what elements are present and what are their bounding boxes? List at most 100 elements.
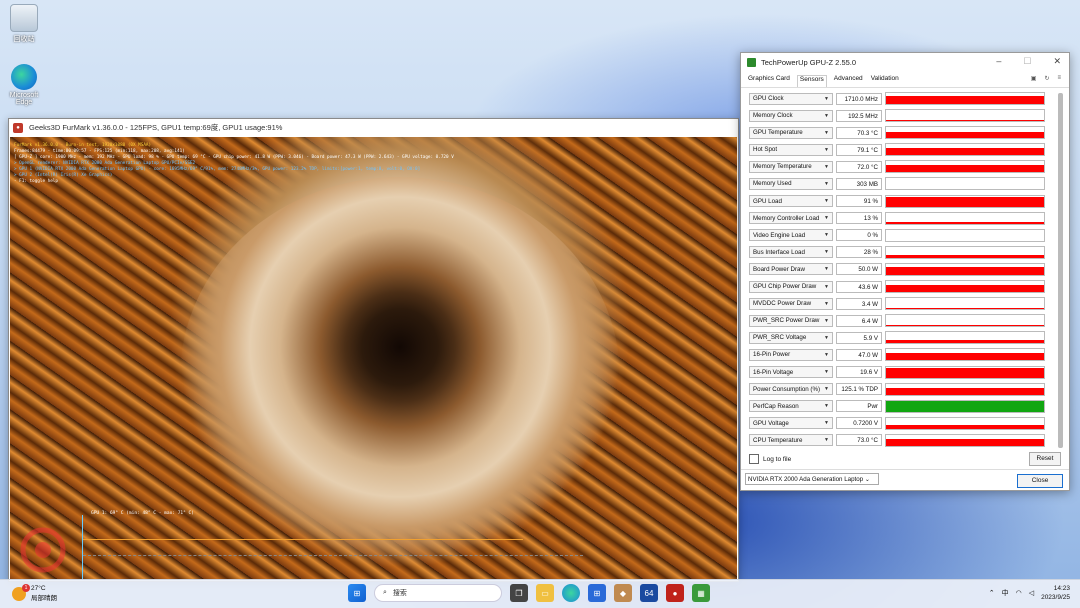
aida64-icon[interactable]: 64 <box>640 584 658 602</box>
search-box[interactable]: ⌕ 搜索 <box>374 584 502 602</box>
desktop-icon-edge[interactable]: Microsoft Edge <box>2 64 46 106</box>
sensor-name-dropdown[interactable]: Power Consumption (%) ▼ <box>749 383 833 396</box>
sensor-name-dropdown[interactable]: 16-Pin Voltage ▼ <box>749 366 833 378</box>
dropdown-arrow-icon: ▼ <box>824 369 829 375</box>
sensor-row: Board Power Draw ▼ 50.0 W <box>749 262 1055 277</box>
sensor-name: GPU Chip Power Draw <box>753 283 817 291</box>
sensor-scrollbar[interactable] <box>1058 93 1063 448</box>
sensor-value: 0 % <box>836 229 882 242</box>
dropdown-arrow-icon: ▼ <box>824 420 829 427</box>
system-tray: ⌃ 中 ◠ ◁ 14:23 2023/9/25 <box>989 584 1070 602</box>
sensor-name-dropdown[interactable]: PWR_SRC Voltage ▼ <box>749 331 833 344</box>
dropdown-arrow-icon: ▼ <box>824 351 829 358</box>
sensor-name: GPU Clock <box>753 95 784 102</box>
sensor-name-dropdown[interactable]: GPU Voltage ▼ <box>749 417 833 430</box>
sensor-graph <box>885 143 1045 157</box>
desktop-icon-label: 回收站 <box>13 36 35 43</box>
sensor-name-dropdown[interactable]: GPU Temperature ▼ <box>749 126 833 139</box>
sensor-name: GPU Load <box>753 197 782 205</box>
sensor-row: Memory Used ▼ 303 MB <box>749 176 1055 191</box>
wifi-icon[interactable]: ◠ <box>1016 589 1022 597</box>
dropdown-arrow-icon: ▼ <box>824 437 829 444</box>
gpuz-taskbar-icon[interactable]: ▦ <box>692 584 710 602</box>
store-icon[interactable]: ⊞ <box>588 584 606 602</box>
sensor-graph-fill <box>886 267 1044 275</box>
sensor-name-dropdown[interactable]: PerfCap Reason ▼ <box>749 400 833 413</box>
sensor-name-dropdown[interactable]: GPU Chip Power Draw ▼ <box>749 280 833 293</box>
desktop-icon-label: Microsoft Edge <box>9 92 39 106</box>
sensor-name-dropdown[interactable]: PWR_SRC Power Draw ▼ <box>749 314 833 327</box>
sensor-graph-fill <box>886 147 1044 156</box>
menu-icon[interactable]: ≡ <box>1057 75 1061 82</box>
clock[interactable]: 14:23 2023/9/25 <box>1041 584 1070 602</box>
sensor-row: GPU Temperature ▼ 70.3 °C <box>749 125 1055 140</box>
close-icon[interactable]: ✕ <box>1053 56 1061 67</box>
tray-chevron-up-icon[interactable]: ⌃ <box>989 589 995 597</box>
volume-icon[interactable]: ◁ <box>1029 589 1034 597</box>
sensor-name-dropdown[interactable]: Memory Used ▼ <box>749 177 833 190</box>
sensor-name-dropdown[interactable]: Bus Interface Load ▼ <box>749 246 833 259</box>
reset-button[interactable]: Reset <box>1029 452 1061 466</box>
sensor-name-dropdown[interactable]: CPU Temperature ▼ <box>749 434 833 447</box>
dropdown-arrow-icon: ▼ <box>824 232 829 239</box>
maximize-icon[interactable]: ☐ <box>1023 56 1031 67</box>
sensor-graph <box>885 280 1045 294</box>
sensor-value: 1710.0 MHz <box>836 92 882 105</box>
furmark-titlebar[interactable]: ● Geeks3D FurMark v1.36.0.0 - 125FPS, GP… <box>9 119 738 136</box>
minimize-icon[interactable]: – <box>996 56 1001 67</box>
sensor-name: CPU Temperature <box>753 436 803 444</box>
screenshot-icon[interactable]: ▣ <box>1031 75 1037 82</box>
input-language[interactable]: 中 <box>1002 588 1009 598</box>
sensor-name-dropdown[interactable]: MVDDC Power Draw ▼ <box>749 297 833 310</box>
sensor-graph-fill <box>886 254 1044 258</box>
sensor-row: PerfCap Reason ▼ Pwr <box>749 399 1055 414</box>
sensor-name: Power Consumption (%) <box>753 385 821 393</box>
file-explorer-icon[interactable]: ▭ <box>536 584 554 602</box>
sensor-graph <box>885 109 1045 123</box>
temperature-graph-line <box>83 539 523 540</box>
edge-taskbar-icon[interactable] <box>562 584 580 602</box>
start-icon[interactable]: ⊞ <box>348 584 366 602</box>
furmark-window[interactable]: ● Geeks3D FurMark v1.36.0.0 - 125FPS, GP… <box>8 118 739 582</box>
log-to-file-checkbox[interactable] <box>749 454 759 464</box>
search-icon: ⌕ <box>383 589 387 596</box>
sensor-name-dropdown[interactable]: Memory Temperature ▼ <box>749 160 833 173</box>
sensor-name-dropdown[interactable]: GPU Load ▼ <box>749 195 833 208</box>
sensor-value: 5.9 V <box>836 331 882 344</box>
sensor-name-dropdown[interactable]: Memory Controller Load ▼ <box>749 212 833 225</box>
tab-sensors[interactable]: Sensors <box>796 75 827 87</box>
sensor-name-dropdown[interactable]: Hot Spot ▼ <box>749 143 833 156</box>
dropdown-arrow-icon: ▼ <box>824 386 829 393</box>
sensor-name-dropdown[interactable]: GPU Clock ▼ <box>749 92 833 105</box>
sensor-graph-fill <box>886 308 1044 310</box>
sensor-name-dropdown[interactable]: Memory Clock ▼ <box>749 109 833 122</box>
app-icon[interactable]: ◆ <box>614 584 632 602</box>
sensor-row: Power Consumption (%) ▼ 125.1 % TDP <box>749 382 1055 397</box>
sensor-name-dropdown[interactable]: Board Power Draw ▼ <box>749 263 833 276</box>
sensor-graph-fill <box>886 197 1044 207</box>
desktop-icon-recycle-bin[interactable]: 回收站 <box>2 4 46 44</box>
close-button[interactable]: Close <box>1017 474 1063 488</box>
gpuz-window[interactable]: TechPowerUp GPU-Z 2.55.0 – ☐ ✕ Graphics … <box>740 52 1070 491</box>
gpu-select-dropdown[interactable]: NVIDIA RTX 2000 Ada Generation Laptop ⌄ <box>745 473 879 485</box>
tab-advanced[interactable]: Advanced <box>833 75 864 87</box>
sensor-graph-fill <box>886 324 1044 327</box>
log-to-file-row[interactable]: Log to file <box>749 454 791 464</box>
sensor-value: 303 MB <box>836 177 882 190</box>
sensor-name-dropdown[interactable]: 16-Pin Power ▼ <box>749 348 833 361</box>
sensor-name: GPU Temperature <box>753 129 803 137</box>
task-view-icon[interactable]: ❐ <box>510 584 528 602</box>
sensor-value: 91 % <box>836 195 882 208</box>
weather-temp: 27°C <box>31 585 46 592</box>
sensor-value: 50.0 W <box>836 263 882 276</box>
refresh-icon[interactable]: ↻ <box>1044 75 1049 82</box>
gpuz-app-icon <box>747 57 756 67</box>
sensor-row: GPU Load ▼ 91 % <box>749 194 1055 209</box>
weather-widget[interactable]: 1 27°C 局部晴朗 <box>12 583 57 602</box>
dropdown-arrow-icon: ▼ <box>824 283 829 290</box>
tab-graphics-card[interactable]: Graphics Card <box>747 75 791 87</box>
tab-validation[interactable]: Validation <box>870 75 900 87</box>
furmark-taskbar-icon[interactable]: ● <box>666 584 684 602</box>
sensor-graph <box>885 348 1045 362</box>
sensor-name-dropdown[interactable]: Video Engine Load ▼ <box>749 229 833 242</box>
